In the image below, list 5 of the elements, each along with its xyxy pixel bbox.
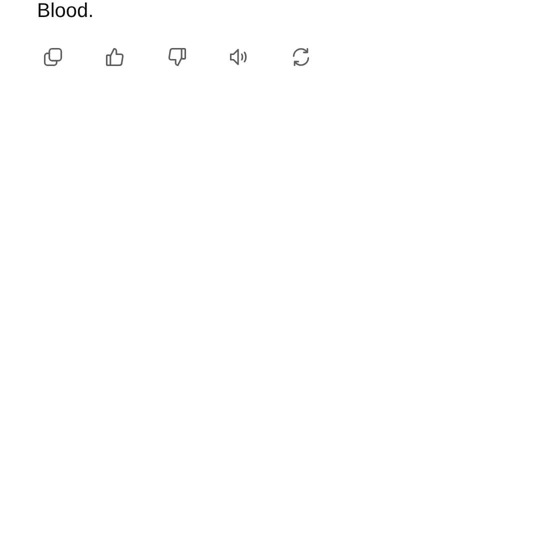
copy-icon (42, 46, 64, 68)
thumbs-down-icon (166, 46, 188, 68)
refresh-icon (290, 46, 312, 68)
thumbs-up-icon (104, 46, 126, 68)
message-text: Blood. (37, 0, 95, 22)
